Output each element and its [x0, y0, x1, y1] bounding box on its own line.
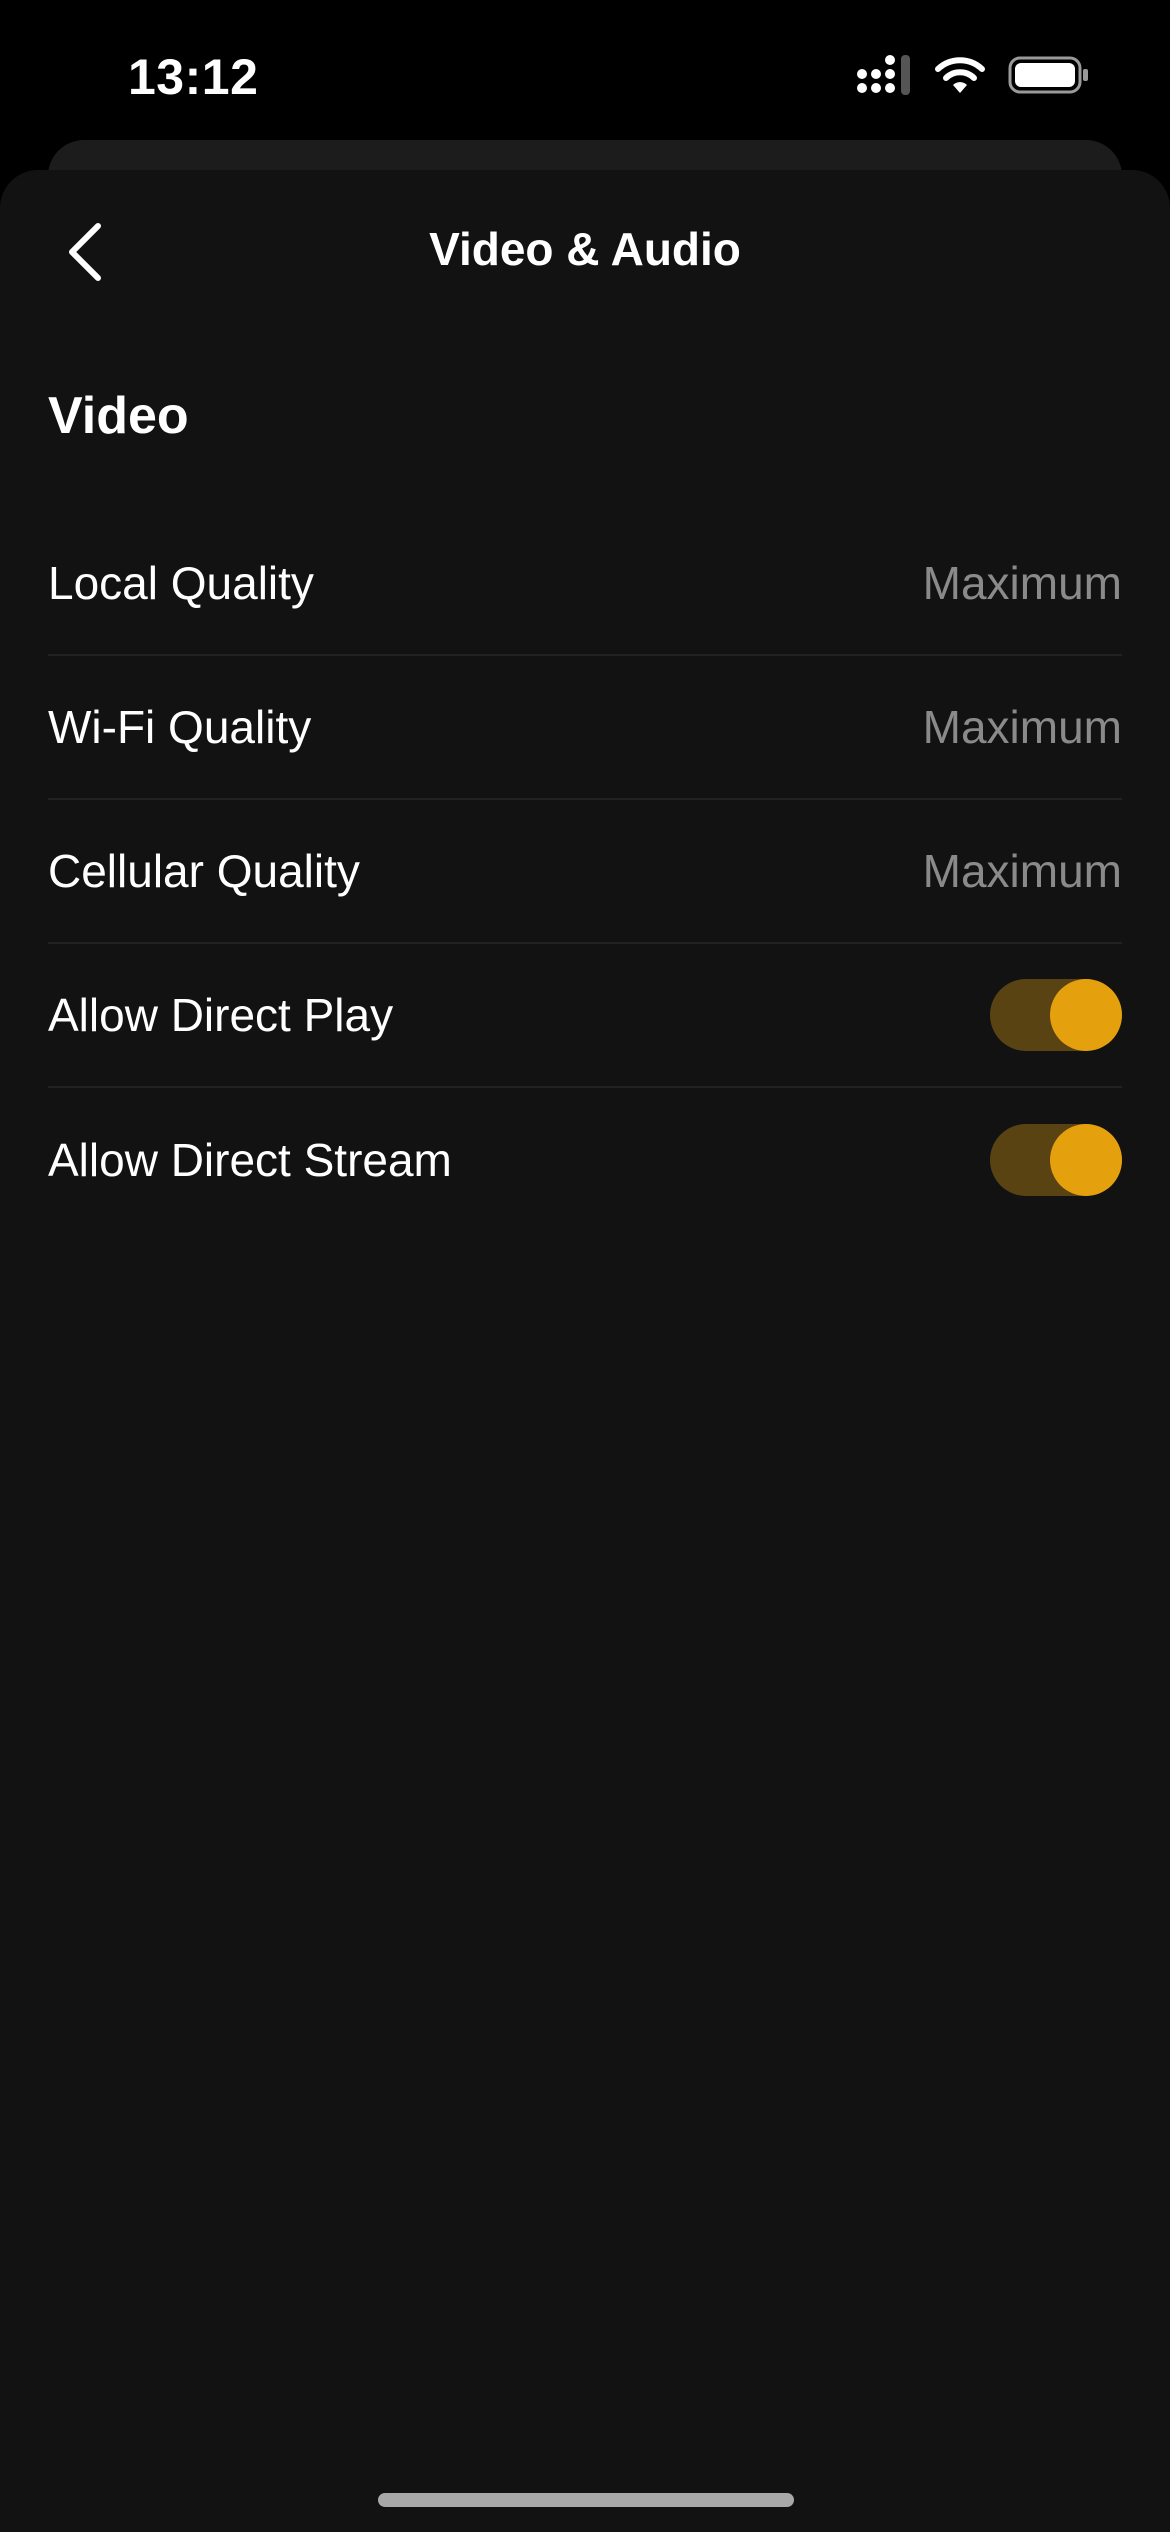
- cellular-signal-icon: [856, 54, 912, 100]
- wifi-icon: [934, 55, 986, 100]
- status-time: 13:12: [128, 49, 259, 105]
- setting-wifi-quality[interactable]: Wi-Fi Quality Maximum: [48, 656, 1122, 800]
- page-title: Video & Audio: [429, 223, 741, 275]
- setting-label: Allow Direct Play: [48, 989, 394, 1041]
- status-icons: [856, 52, 1090, 102]
- section-header-video: Video: [48, 387, 189, 445]
- toggle-knob: [1050, 1124, 1122, 1196]
- battery-icon: [1008, 55, 1090, 100]
- status-bar: 13:12: [0, 0, 1170, 150]
- setting-cellular-quality[interactable]: Cellular Quality Maximum: [48, 800, 1122, 944]
- setting-label: Local Quality: [48, 557, 314, 609]
- setting-local-quality[interactable]: Local Quality Maximum: [48, 512, 1122, 656]
- toggle-knob: [1050, 979, 1122, 1051]
- nav-bar: Video & Audio: [0, 170, 1170, 332]
- direct-play-toggle[interactable]: [990, 979, 1122, 1051]
- screen: 13:12 Video & Audio Video Local Quality …: [0, 0, 1170, 2532]
- settings-list: Local Quality Maximum Wi-Fi Quality Maxi…: [48, 512, 1122, 1232]
- settings-sheet: Video & Audio Video Local Quality Maximu…: [0, 170, 1170, 2532]
- setting-label: Cellular Quality: [48, 845, 360, 897]
- setting-label: Wi-Fi Quality: [48, 701, 312, 753]
- setting-value: Maximum: [922, 701, 1122, 753]
- setting-value: Maximum: [922, 557, 1122, 609]
- direct-stream-toggle[interactable]: [990, 1124, 1122, 1196]
- setting-label: Allow Direct Stream: [48, 1134, 452, 1186]
- home-indicator[interactable]: [378, 2493, 794, 2507]
- setting-allow-direct-stream: Allow Direct Stream: [48, 1088, 1122, 1232]
- setting-allow-direct-play: Allow Direct Play: [48, 944, 1122, 1088]
- setting-value: Maximum: [922, 845, 1122, 897]
